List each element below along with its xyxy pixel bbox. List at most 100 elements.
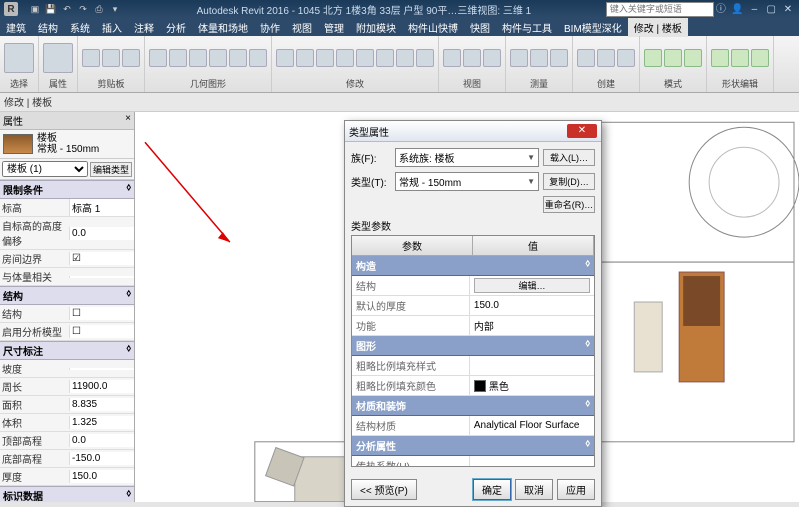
property-value[interactable]: -150.0 — [69, 452, 134, 465]
ribbon-tool-icon[interactable] — [82, 49, 100, 67]
preview-button[interactable]: << 预览(P) — [351, 479, 417, 500]
type-selector[interactable]: 楼板 常规 - 150mm — [0, 130, 134, 159]
qat-more-icon[interactable]: ▾ — [108, 2, 122, 16]
property-row[interactable]: 自标高的高度偏移0.0 — [0, 217, 134, 250]
ribbon-tool-icon[interactable] — [356, 49, 374, 67]
edit-cell-button[interactable]: 编辑… — [474, 278, 590, 293]
load-button[interactable]: 载入(L)… — [543, 149, 595, 166]
property-row[interactable]: 体积1.325 — [0, 414, 134, 432]
ribbon-tool-icon[interactable] — [731, 49, 749, 67]
ribbon-tool-icon[interactable] — [530, 49, 548, 67]
property-row[interactable]: 标高标高 1 — [0, 199, 134, 217]
ribbon-tool-icon[interactable] — [102, 49, 120, 67]
menu-tab[interactable]: 注释 — [128, 18, 160, 37]
property-value[interactable]: ☐ — [69, 325, 134, 338]
ribbon-tool-icon[interactable] — [149, 49, 167, 67]
property-value[interactable] — [69, 368, 134, 370]
ribbon-tool-icon[interactable] — [483, 49, 501, 67]
property-row[interactable]: 顶部高程0.0 — [0, 432, 134, 450]
param-row[interactable]: 粗略比例填充颜色黑色 — [352, 376, 594, 396]
dialog-titlebar[interactable]: 类型属性 ✕ — [345, 121, 601, 142]
ribbon-tool-icon[interactable] — [249, 49, 267, 67]
property-row[interactable]: 底部高程-150.0 — [0, 450, 134, 468]
param-row[interactable]: 功能内部 — [352, 316, 594, 336]
qat-open-icon[interactable]: ▣ — [28, 2, 42, 16]
param-group-header[interactable]: 分析属性⬨ — [352, 436, 594, 456]
property-group-header[interactable]: 限制条件⬨ — [0, 180, 134, 199]
ribbon-tool-icon[interactable] — [711, 49, 729, 67]
property-row[interactable]: 房间边界☑ — [0, 250, 134, 268]
qat-save-icon[interactable]: 💾 — [44, 2, 58, 16]
ribbon-tool-icon[interactable] — [443, 49, 461, 67]
property-row[interactable]: 启用分析模型☐ — [0, 323, 134, 341]
ribbon-tool-icon[interactable] — [396, 49, 414, 67]
menu-tab[interactable]: 视图 — [286, 18, 318, 37]
ribbon-tool-icon[interactable] — [376, 49, 394, 67]
instance-selector[interactable]: 楼板 (1) — [2, 161, 88, 177]
param-row[interactable]: 传热系数(U) — [352, 456, 594, 467]
menu-tab[interactable]: 构件与工具 — [496, 18, 558, 37]
menu-tab[interactable]: 修改 | 楼板 — [628, 18, 688, 37]
property-value[interactable] — [69, 276, 134, 278]
property-group-header[interactable]: 结构⬨ — [0, 286, 134, 305]
ribbon-tool-icon[interactable] — [169, 49, 187, 67]
family-combo[interactable]: 系统族: 楼板▼ — [395, 148, 539, 167]
property-value[interactable]: 标高 1 — [69, 199, 134, 216]
property-row[interactable]: 结构☐ — [0, 305, 134, 323]
ribbon-tool-icon[interactable] — [416, 49, 434, 67]
menu-tab[interactable]: 体量和场地 — [192, 18, 254, 37]
property-value[interactable]: ☑ — [69, 252, 134, 265]
close-icon[interactable]: ✕ — [781, 4, 795, 18]
property-row[interactable]: 周长11900.0 — [0, 378, 134, 396]
app-logo[interactable]: R — [4, 2, 18, 16]
ribbon-tool-icon[interactable] — [189, 49, 207, 67]
menu-tab[interactable]: BIM模型深化 — [558, 18, 628, 37]
menu-tab[interactable]: 结构 — [32, 18, 64, 37]
param-row[interactable]: 粗略比例填充样式 — [352, 356, 594, 376]
ribbon-tool-icon[interactable] — [463, 49, 481, 67]
ribbon-tool-icon[interactable] — [577, 49, 595, 67]
menu-tab[interactable]: 快图 — [464, 18, 496, 37]
menu-tab[interactable]: 分析 — [160, 18, 192, 37]
ribbon-tool-icon[interactable] — [684, 49, 702, 67]
ribbon-tool-icon[interactable] — [276, 49, 294, 67]
property-row[interactable]: 坡度 — [0, 360, 134, 378]
menu-tab[interactable]: 插入 — [96, 18, 128, 37]
ribbon-tool-icon[interactable] — [43, 43, 73, 73]
property-row[interactable]: 与体量相关 — [0, 268, 134, 286]
ribbon-tool-icon[interactable] — [229, 49, 247, 67]
property-value[interactable]: 150.0 — [69, 470, 134, 483]
properties-close-icon[interactable]: × — [125, 113, 131, 128]
property-row[interactable]: 厚度150.0 — [0, 468, 134, 486]
property-value[interactable]: ☐ — [69, 307, 134, 320]
ribbon-tool-icon[interactable] — [644, 49, 662, 67]
ribbon-tool-icon[interactable] — [664, 49, 682, 67]
menu-tab[interactable]: 管理 — [318, 18, 350, 37]
edit-type-button[interactable]: 编辑类型 — [90, 162, 132, 177]
info-icon[interactable]: ⓘ — [714, 0, 728, 14]
ribbon-tool-icon[interactable] — [209, 49, 227, 67]
apply-button[interactable]: 应用 — [557, 479, 595, 500]
rename-button[interactable]: 重命名(R)… — [543, 196, 595, 213]
help-search-input[interactable] — [606, 2, 714, 17]
maximize-icon[interactable]: ▢ — [764, 4, 778, 18]
ribbon-tool-icon[interactable] — [597, 49, 615, 67]
duplicate-button[interactable]: 复制(D)… — [543, 173, 595, 190]
menu-tab[interactable]: 系统 — [64, 18, 96, 37]
minimize-icon[interactable]: – — [747, 4, 761, 18]
param-row[interactable]: 结构编辑… — [352, 276, 594, 296]
ok-button[interactable]: 确定 — [473, 479, 511, 500]
qat-print-icon[interactable]: ⎙ — [92, 2, 106, 16]
user-icon[interactable]: 👤 — [731, 4, 745, 18]
ribbon-tool-icon[interactable] — [617, 49, 635, 67]
param-group-header[interactable]: 材质和装饰⬨ — [352, 396, 594, 416]
qat-redo-icon[interactable]: ↷ — [76, 2, 90, 16]
property-group-header[interactable]: 尺寸标注⬨ — [0, 341, 134, 360]
property-value[interactable]: 11900.0 — [69, 380, 134, 393]
property-value[interactable]: 0.0 — [69, 227, 134, 240]
ribbon-tool-icon[interactable] — [550, 49, 568, 67]
ribbon-tool-icon[interactable] — [122, 49, 140, 67]
qat-undo-icon[interactable]: ↶ — [60, 2, 74, 16]
ribbon-tool-icon[interactable] — [336, 49, 354, 67]
param-row[interactable]: 结构材质Analytical Floor Surface — [352, 416, 594, 436]
